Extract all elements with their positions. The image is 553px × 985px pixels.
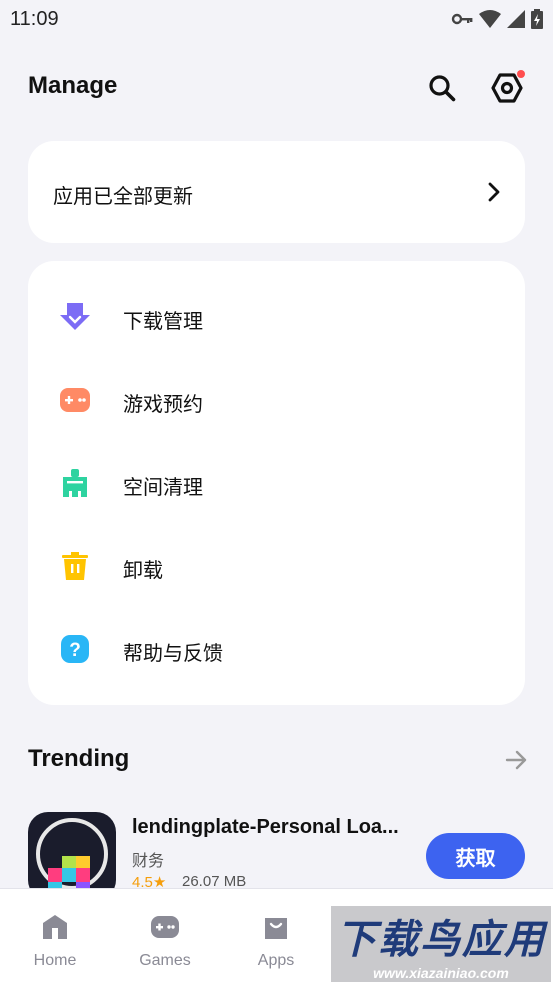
status-time: 11:09 xyxy=(10,8,59,30)
watermark-url: www.xiazainiao.com xyxy=(373,965,509,981)
manage-menu-card: 下载管理 游戏预约 空间清理 卸载 ? 帮助与反馈 xyxy=(28,261,525,705)
app-name: lendingplate-Personal Loa... xyxy=(132,816,399,838)
settings-button[interactable] xyxy=(487,68,527,108)
update-status-card[interactable]: 应用已全部更新 xyxy=(28,141,525,243)
battery-icon xyxy=(531,9,543,29)
menu-item-label: 下载管理 xyxy=(123,311,203,333)
status-icons xyxy=(451,9,543,29)
search-icon xyxy=(429,75,456,102)
menu-item-label: 帮助与反馈 xyxy=(123,643,223,665)
arrow-right-icon[interactable] xyxy=(505,750,527,770)
gamepad-icon xyxy=(151,916,179,938)
status-bar: 11:09 xyxy=(0,0,553,40)
update-status-text: 应用已全部更新 xyxy=(53,186,193,208)
get-button[interactable]: 获取 xyxy=(426,833,525,879)
wifi-icon xyxy=(479,10,501,28)
notification-dot xyxy=(517,70,525,78)
vpn-key-icon xyxy=(451,13,473,25)
trending-app-row[interactable]: lendingplate-Personal Loa... 财务 4.5★ 26.… xyxy=(28,810,525,900)
download-icon xyxy=(59,301,91,333)
app-icon xyxy=(28,812,116,900)
menu-item-label: 空间清理 xyxy=(123,477,203,499)
menu-item-label: 卸载 xyxy=(123,560,163,582)
menu-item-download-manager[interactable]: 下载管理 xyxy=(28,275,525,358)
trash-icon xyxy=(59,550,91,582)
search-button[interactable] xyxy=(422,68,462,108)
page-title: Manage xyxy=(28,72,118,99)
menu-item-game-reservation[interactable]: 游戏预约 xyxy=(28,358,525,441)
nav-label: Games xyxy=(139,952,191,969)
nav-label: Apps xyxy=(257,952,295,969)
menu-item-storage-cleanup[interactable]: 空间清理 xyxy=(28,441,525,524)
menu-item-uninstall[interactable]: 卸载 xyxy=(28,524,525,607)
menu-item-help-feedback[interactable]: ? 帮助与反馈 xyxy=(28,607,525,690)
menu-item-label: 游戏预约 xyxy=(123,394,203,416)
chevron-right-icon xyxy=(488,182,500,202)
home-icon xyxy=(43,915,67,939)
broom-icon xyxy=(59,467,91,499)
header: Manage xyxy=(0,60,553,116)
app-category: 财务 xyxy=(132,853,165,870)
watermark: 下载鸟应用 www.xiazainiao.com xyxy=(331,906,551,982)
nav-label: Home xyxy=(33,952,77,969)
nav-item-apps[interactable]: Apps xyxy=(221,889,331,985)
trending-title: Trending xyxy=(28,745,130,772)
signal-icon xyxy=(507,10,525,28)
help-icon: ? xyxy=(59,633,91,665)
gamepad-icon xyxy=(59,384,91,416)
shopping-bag-icon xyxy=(265,918,287,939)
svg-text:?: ? xyxy=(69,640,81,661)
watermark-main: 下载鸟应用 xyxy=(336,918,546,962)
nav-item-home[interactable]: Home xyxy=(0,889,110,985)
nav-item-games[interactable]: Games xyxy=(110,889,220,985)
